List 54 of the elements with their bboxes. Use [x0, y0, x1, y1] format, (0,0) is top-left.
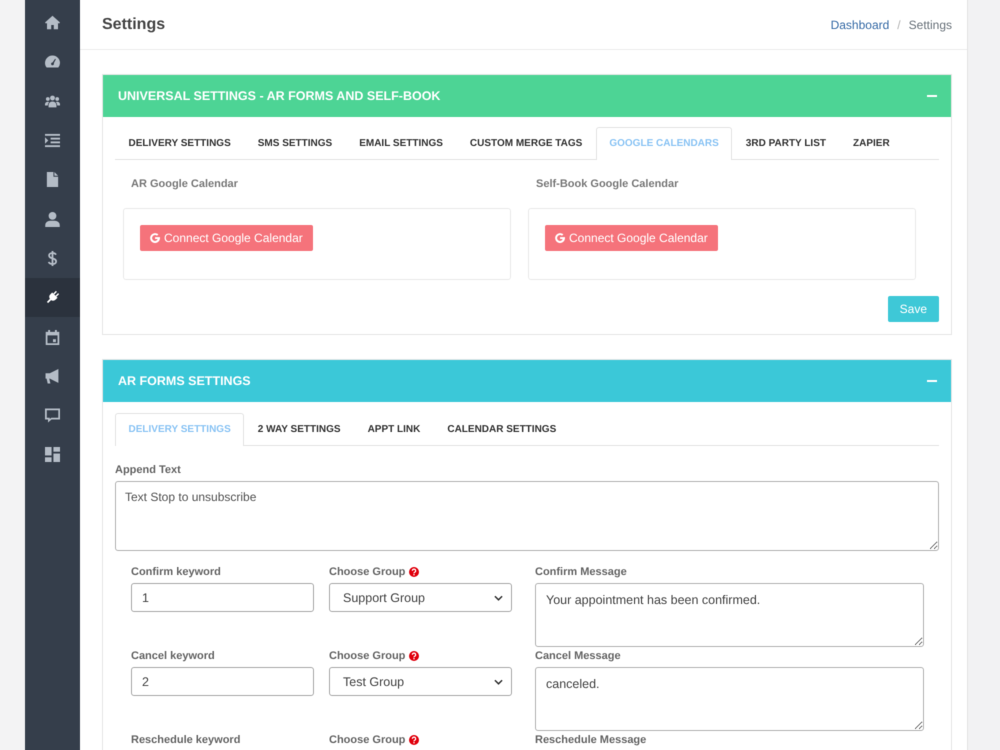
chevron-down-icon: [494, 594, 503, 600]
page-title: Settings: [102, 16, 166, 34]
help-icon[interactable]: [409, 735, 420, 745]
tab[interactable]: 3RD PARTY LIST: [732, 127, 840, 160]
help-icon[interactable]: [409, 567, 420, 577]
dollar-icon: [45, 250, 60, 266]
tab[interactable]: APPT LINK: [354, 413, 434, 446]
field-label: Reschedule keyword: [131, 734, 240, 746]
breadcrumb-separator: /: [897, 18, 901, 32]
panel-title: UNIVERSAL SETTINGS - AR FORMS AND SELF-BOOK: [118, 89, 440, 103]
tab[interactable]: DELIVERY SETTINGS: [115, 127, 244, 160]
user-icon: [45, 212, 60, 227]
g-letter-icon: [555, 233, 565, 243]
gauge-icon: [45, 54, 60, 70]
plug-icon: [45, 290, 60, 306]
field-label: Choose Group: [329, 566, 406, 578]
field-label: Choose Group: [329, 650, 406, 662]
group-select[interactable]: Support Group: [329, 583, 512, 612]
help-icon[interactable]: [409, 651, 420, 661]
panel-title: AR FORMS SETTINGS: [118, 374, 251, 388]
field-label: Confirm keyword: [131, 566, 221, 578]
tab[interactable]: CUSTOM MERGE TAGS: [456, 127, 596, 160]
tab[interactable]: CALENDAR SETTINGS: [434, 413, 570, 446]
chat-bubble-icon: [45, 408, 60, 424]
breadcrumb-link[interactable]: Dashboard: [830, 18, 890, 32]
sidebar-item[interactable]: [25, 278, 80, 318]
field-label: Confirm Message: [535, 566, 627, 578]
field-label: Cancel keyword: [131, 650, 215, 662]
keyword-field[interactable]: 2: [131, 667, 314, 696]
message-field[interactable]: canceled.: [535, 667, 924, 731]
calendar-icon: [45, 330, 60, 345]
calendar-label: AR Google Calendar: [131, 178, 238, 191]
tab[interactable]: SMS SETTINGS: [244, 127, 346, 160]
file-icon: [45, 172, 60, 188]
breadcrumb-current: Settings: [908, 18, 952, 32]
tab[interactable]: 2 WAY SETTINGS: [244, 413, 354, 446]
home-icon: [45, 15, 60, 30]
keyword-field[interactable]: 1: [131, 583, 314, 612]
g-letter-icon: [150, 233, 160, 243]
indent-list-icon: [45, 133, 60, 148]
field-label: Reschedule Message: [535, 734, 646, 746]
users-icon: [45, 94, 60, 109]
chevron-down-icon: [494, 678, 503, 684]
append-text-field[interactable]: Text Stop to unsubscribe: [115, 481, 939, 551]
calendar-label: Self-Book Google Calendar: [536, 178, 678, 191]
tab[interactable]: EMAIL SETTINGS: [346, 127, 456, 160]
megaphone-icon: [45, 368, 60, 384]
field-label: Choose Group: [329, 734, 406, 746]
group-select[interactable]: Test Group: [329, 667, 512, 696]
dashboard-grid-icon: [45, 447, 60, 462]
message-field[interactable]: Your appointment has been confirmed.: [535, 583, 924, 647]
field-label: Cancel Message: [535, 650, 621, 662]
tab[interactable]: ZAPIER: [840, 127, 904, 160]
field-label: Append Text: [115, 464, 181, 476]
